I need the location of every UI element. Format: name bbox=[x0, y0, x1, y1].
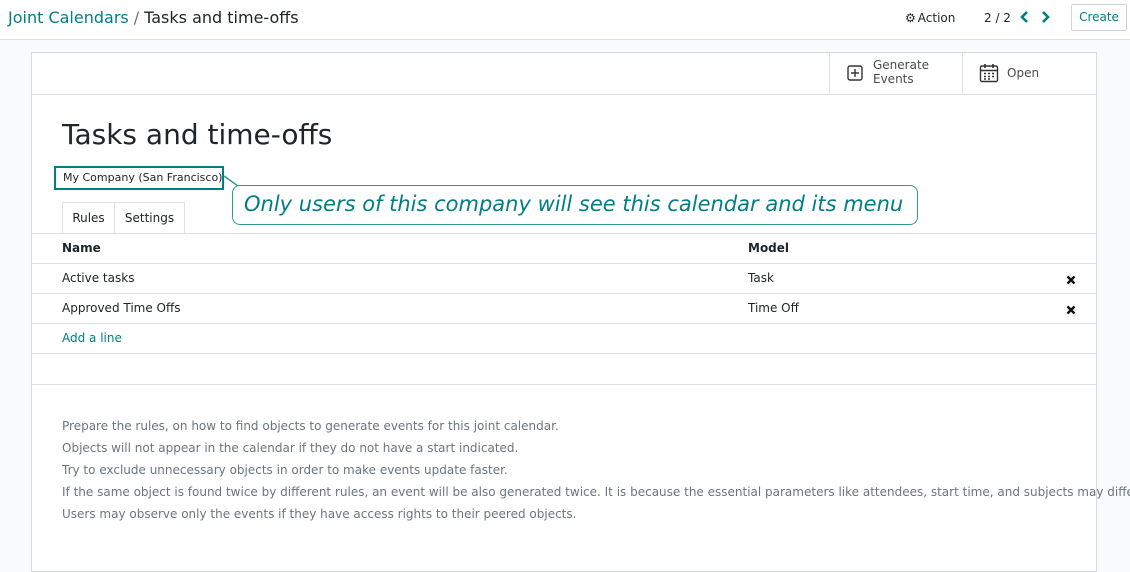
generate-events-label: Generate Events bbox=[873, 58, 943, 86]
add-a-line-link[interactable]: Add a line bbox=[62, 324, 122, 353]
generate-label-line1: Generate bbox=[873, 58, 930, 72]
gear-icon: ⚙ bbox=[905, 11, 916, 25]
form-sheet: Generate Events Open Tasks and time-offs… bbox=[31, 52, 1130, 572]
rule-model-cell[interactable]: Task bbox=[748, 264, 774, 293]
company-field[interactable]: My Company (San Francisco) bbox=[54, 166, 224, 190]
action-menu-button[interactable]: ⚙ Action bbox=[905, 10, 955, 26]
action-label: Action bbox=[917, 11, 956, 25]
rule-name-cell[interactable]: Approved Time Offs bbox=[62, 294, 181, 323]
pager-previous-button[interactable] bbox=[1019, 9, 1033, 25]
column-header-model[interactable]: Model bbox=[748, 234, 789, 263]
open-label: Open bbox=[1007, 66, 1040, 80]
breadcrumb: Joint Calendars / Tasks and time-offs bbox=[8, 7, 299, 29]
table-row[interactable]: Approved Time Offs Time Off bbox=[32, 294, 1096, 324]
help-line: Objects will not appear in the calendar … bbox=[62, 441, 519, 455]
table-row[interactable]: Active tasks Task bbox=[32, 264, 1096, 294]
table-header-row: Name Model bbox=[32, 234, 1096, 264]
table-empty-row bbox=[32, 354, 1096, 385]
pager-value[interactable]: 2 / 2 bbox=[984, 10, 1011, 26]
help-text: Prepare the rules, on how to find object… bbox=[62, 415, 1130, 525]
record-title[interactable]: Tasks and time-offs bbox=[62, 117, 332, 153]
help-line: Users may observe only the events if the… bbox=[62, 507, 577, 521]
button-box: Generate Events Open bbox=[32, 53, 1096, 95]
help-line: Try to exclude unnecessary objects in or… bbox=[62, 463, 508, 477]
help-line: If the same object is found twice by dif… bbox=[62, 485, 1130, 499]
calendar-icon bbox=[979, 63, 999, 86]
create-button[interactable]: Create bbox=[1071, 4, 1127, 31]
generate-events-button[interactable]: Generate Events bbox=[829, 53, 963, 94]
generate-label-line2: Events bbox=[873, 72, 914, 86]
delete-row-icon[interactable] bbox=[1066, 304, 1076, 315]
chevron-left-icon bbox=[1020, 11, 1028, 23]
rule-model-cell[interactable]: Time Off bbox=[748, 294, 799, 323]
breadcrumb-separator: / bbox=[133, 8, 140, 27]
chevron-right-icon bbox=[1042, 11, 1050, 23]
plus-square-icon bbox=[847, 65, 863, 84]
breadcrumb-parent-link[interactable]: Joint Calendars bbox=[8, 8, 129, 27]
open-button[interactable]: Open bbox=[962, 53, 1096, 94]
rule-name-cell[interactable]: Active tasks bbox=[62, 264, 134, 293]
tab-rules[interactable]: Rules bbox=[62, 202, 115, 234]
control-panel: Joint Calendars / Tasks and time-offs ⚙ Act… bbox=[0, 0, 1130, 40]
tab-settings[interactable]: Settings bbox=[115, 202, 185, 234]
pager-next-button[interactable] bbox=[1039, 9, 1053, 25]
column-header-name[interactable]: Name bbox=[62, 234, 101, 263]
delete-row-icon[interactable] bbox=[1066, 274, 1076, 285]
help-line: Prepare the rules, on how to find object… bbox=[62, 419, 559, 433]
add-line-row: Add a line bbox=[32, 324, 1096, 354]
company-tooltip-callout: Only users of this company will see this… bbox=[232, 185, 918, 225]
breadcrumb-current: Tasks and time-offs bbox=[144, 8, 299, 27]
